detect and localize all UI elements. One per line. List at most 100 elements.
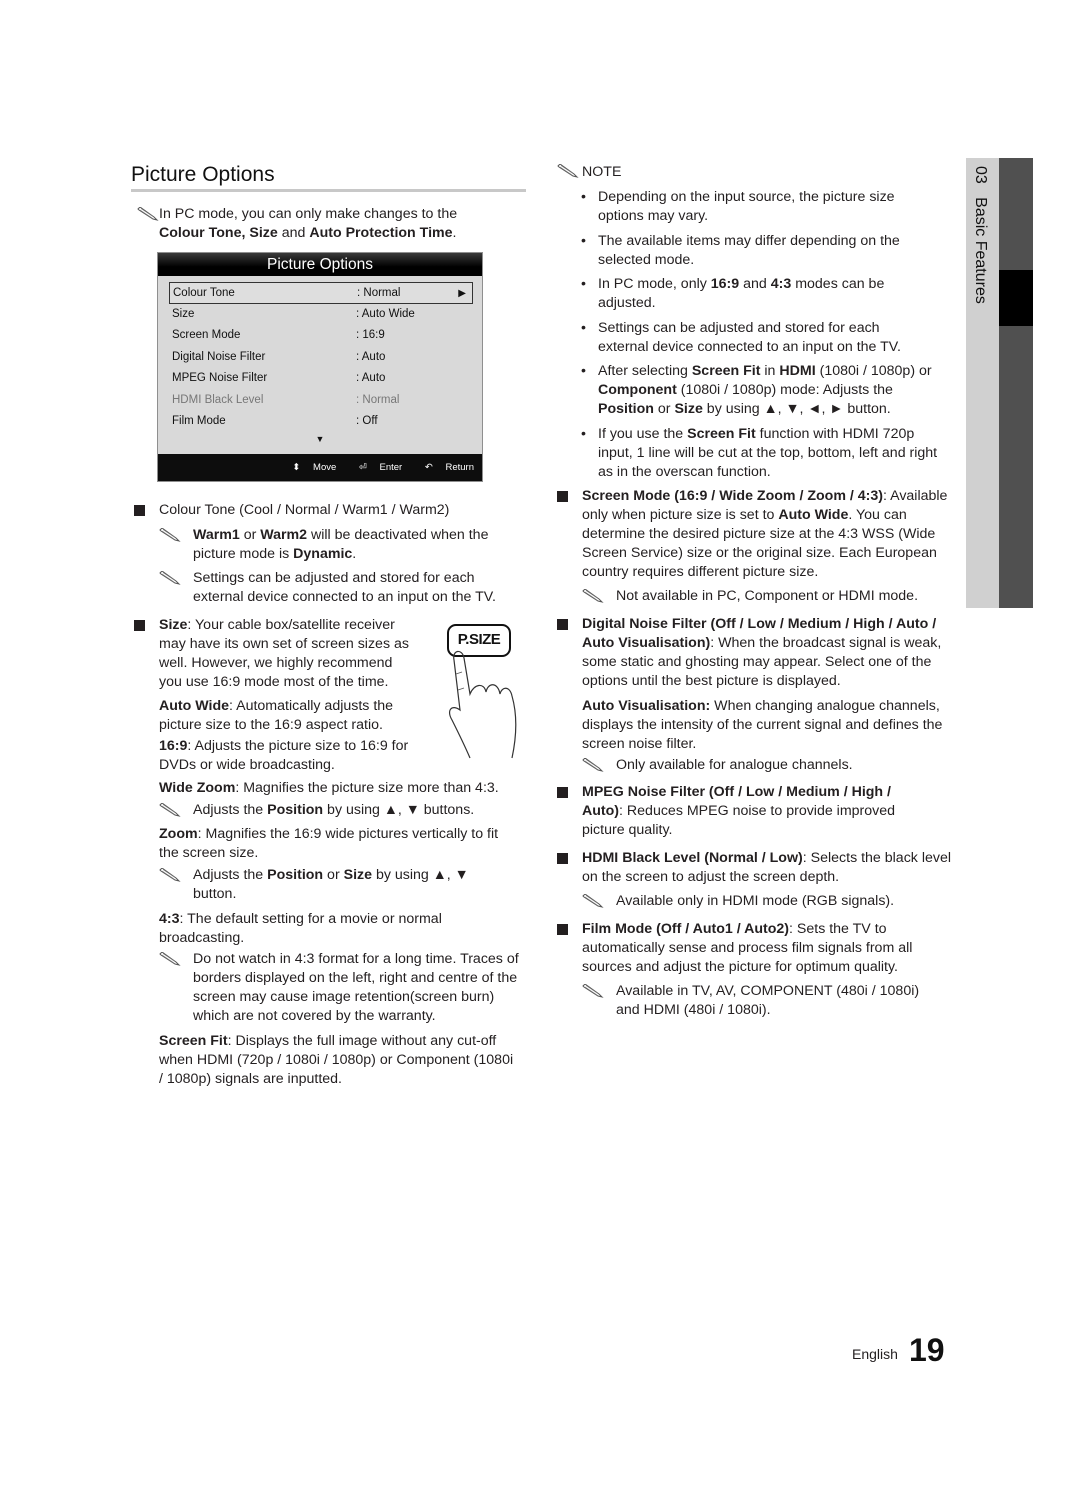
pencil-note-icon xyxy=(582,894,604,908)
bullet-dot: • xyxy=(581,189,586,205)
b: Screen Fit xyxy=(687,426,756,442)
enter-icon: ⏎ xyxy=(358,462,367,473)
bullet-dot: • xyxy=(581,363,586,379)
osd-row-value: : Auto Wide xyxy=(356,308,415,320)
osd-row-value: : Auto xyxy=(356,350,386,363)
b: Screen Fit xyxy=(691,363,761,379)
title-rule xyxy=(131,189,526,192)
osd-row[interactable]: Film Mode: Off xyxy=(158,411,482,432)
t: Available in TV, AV, COMPONENT (480i / 1… xyxy=(616,983,920,1018)
osd-row-label: Colour Tone xyxy=(173,287,235,299)
pencil-note-icon xyxy=(159,803,181,817)
pencil-note-icon xyxy=(582,589,604,603)
pencil-note-icon xyxy=(582,758,604,772)
osd-row-label: Film Mode xyxy=(172,414,226,427)
dnf-section: Digital Noise Filter (Off / Low / Medium… xyxy=(582,615,954,775)
bullet-dot: • xyxy=(581,426,586,442)
pencil-note-icon xyxy=(159,571,181,585)
osd-row-value: : Normal xyxy=(356,393,400,406)
bullet-square xyxy=(134,620,145,631)
colour-tone-section: Colour Tone (Cool / Normal / Warm1 / War… xyxy=(159,501,524,607)
b: 4:3 xyxy=(159,911,180,927)
t: : The default setting for a movie or nor… xyxy=(159,911,442,946)
pointing-hand-icon xyxy=(448,650,517,759)
t: : Adjusts the picture size to 16:9 for D… xyxy=(159,738,409,773)
screen-fit-desc: Screen Fit: Displays the full image with… xyxy=(159,1032,514,1089)
intro-mid: and xyxy=(277,225,310,241)
wide-zoom-desc: Wide Zoom: Magnifies the picture size mo… xyxy=(159,779,524,798)
chapter-title: Basic Features xyxy=(972,197,989,304)
bullet-square xyxy=(557,924,568,935)
t: : Reduces MPEG noise to provide improved… xyxy=(582,803,896,838)
note-bullet: • Settings can be adjusted and stored for… xyxy=(581,319,933,357)
bullet-dot: • xyxy=(581,320,586,336)
t: After selecting xyxy=(598,363,692,379)
b: 16:9 xyxy=(710,276,740,292)
note-bullet: • The available items may differ dependin… xyxy=(581,232,933,270)
t: Do not watch in 4:3 format for a long ti… xyxy=(193,951,519,1024)
pencil-note-icon xyxy=(557,164,579,178)
size-options: Wide Zoom: Magnifies the picture size mo… xyxy=(159,779,524,1089)
pencil-note-icon xyxy=(159,952,181,966)
t: by using ▲, ▼, ◄, ► button. xyxy=(702,401,891,417)
osd-row[interactable]: Colour Tone : Normal ▶ xyxy=(169,282,473,304)
osd-row-label: Size xyxy=(172,308,195,320)
return-icon: ↶ xyxy=(424,462,433,473)
osd-row[interactable]: Size : Auto Wide xyxy=(158,304,482,325)
hdmi-black-section: HDMI Black Level (Normal / Low): Selects… xyxy=(582,849,954,911)
t: : Magnifies the picture size more than 4… xyxy=(235,780,499,796)
colour-tone-note-1: Warm1 or Warm2 will be deactivated when … xyxy=(159,526,524,564)
b: 4:3 xyxy=(770,276,792,292)
move-label: Move xyxy=(313,462,337,473)
t: or xyxy=(653,401,675,417)
mpeg-section: MPEG Noise Filter (Off / Low / Medium / … xyxy=(582,783,922,840)
note-bullet: • If you use the Screen Fit function with… xyxy=(581,425,943,482)
bullet-square xyxy=(557,787,568,798)
t: If you use the xyxy=(598,426,688,442)
t: After selecting Screen Fit in HDMI (1080… xyxy=(583,362,943,419)
osd-row-value: : Normal xyxy=(357,287,401,299)
osd-row[interactable]: Digital Noise Filter: Auto xyxy=(158,347,482,368)
bullet-square xyxy=(134,505,145,516)
osd-row-value: : Auto xyxy=(356,372,386,385)
note-heading: NOTE xyxy=(557,163,621,182)
dnf-desc: Digital Noise Filter (Off / Low / Medium… xyxy=(582,615,954,691)
b: Warm2 xyxy=(260,527,308,543)
hdmi-black-note: Available only in HDMI mode (RGB signals… xyxy=(582,892,954,911)
move-hint: ⬍ Move xyxy=(282,462,336,473)
b: Warm1 xyxy=(193,527,240,543)
osd-row[interactable]: Screen Mode: 16:9 xyxy=(158,325,482,346)
section-title: Picture Options xyxy=(131,163,275,186)
b: HDMI xyxy=(779,363,816,379)
hdmi-black-desc: HDMI Black Level (Normal / Low): Selects… xyxy=(582,849,954,887)
zoom-note: Adjusts the Position or Size by using ▲,… xyxy=(159,866,489,904)
t: Depending on the input source, the pictu… xyxy=(598,189,895,224)
b: Size xyxy=(343,867,372,883)
osd-rows: Colour Tone : Normal ▶ Size : Auto Wide Scree… xyxy=(158,276,482,432)
mpeg-desc: MPEG Noise Filter (Off / Low / Medium / … xyxy=(582,783,922,840)
colour-tone-heading: Colour Tone (Cool / Normal / Warm1 / War… xyxy=(159,502,450,518)
t: : Your cable box/satellite receiver may … xyxy=(159,617,409,690)
film-mode-section: Film Mode (Off / Auto1 / Auto2): Sets th… xyxy=(582,920,932,1020)
intro-text: In PC mode, you can only make changes to… xyxy=(159,206,458,222)
right-arrow-icon: ▶ xyxy=(458,288,466,299)
t: : Magnifies the 16:9 wide pictures verti… xyxy=(159,826,499,861)
osd-row[interactable]: MPEG Noise Filter : Auto xyxy=(158,368,482,389)
film-mode-desc: Film Mode (Off / Auto1 / Auto2): Sets th… xyxy=(582,920,932,977)
b: Position xyxy=(267,802,324,818)
pencil-note-icon xyxy=(582,984,604,998)
b: Film Mode (Off / Auto1 / Auto2) xyxy=(582,921,790,937)
osd-row-label: HDMI Black Level xyxy=(172,393,264,406)
osd-footer: ⬍ Move ⏎ Enter ↶ Return xyxy=(158,454,482,481)
b: Screen Fit xyxy=(159,1033,228,1049)
return-hint: ↶ Return xyxy=(415,462,474,473)
note-bullet: • In PC mode, only 16:9 and 4:3 modes can… xyxy=(581,275,933,313)
b: Size xyxy=(674,401,703,417)
intro-bold-1: Colour Tone, Size xyxy=(159,225,278,241)
r43-note: Do not watch in 4:3 format for a long ti… xyxy=(159,950,524,1026)
osd-row-label: MPEG Noise Filter xyxy=(172,372,268,385)
t: by using ▲, ▼ buttons. xyxy=(323,802,475,818)
osd-row[interactable]: HDMI Black Level : Normal xyxy=(158,390,482,411)
colour-tone-note-2: Settings can be adjusted and stored for … xyxy=(159,569,524,607)
t: (1080i / 1080p) or xyxy=(815,363,932,379)
